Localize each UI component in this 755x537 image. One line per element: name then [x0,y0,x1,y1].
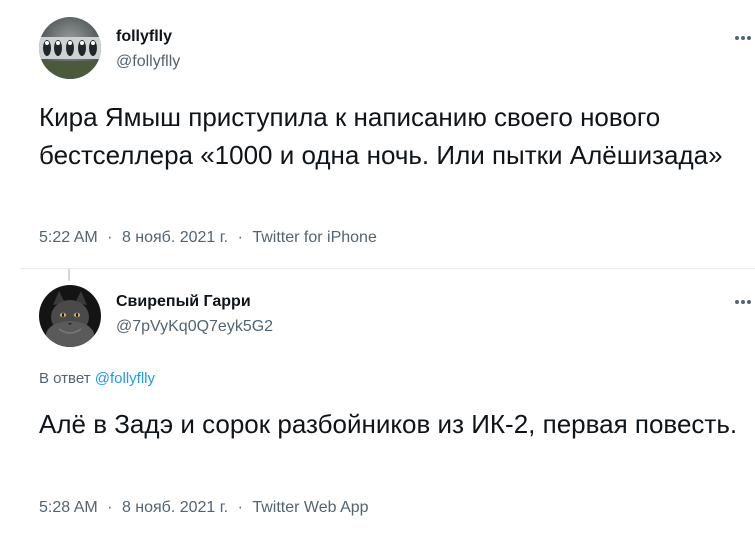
tweet-meta: 5:22 AM · 8 нояб. 2021 г. · Twitter for … [39,229,377,247]
more-options-icon[interactable] [735,293,751,311]
dot [735,300,739,304]
tweet-time[interactable]: 5:28 AM [39,499,98,516]
separator: · [237,499,243,516]
dot [735,36,739,40]
tweet-reply: Свирепый Гарри @7pVyKq0Q7eyk5G2 В ответ … [20,269,755,537]
tweet-client[interactable]: Twitter for iPhone [252,229,377,246]
dot [741,300,745,304]
tweet-client[interactable]: Twitter Web App [252,499,368,516]
separator: · [237,229,243,246]
reply-mention-link[interactable]: @follyflly [95,370,155,387]
tweet-meta: 5:28 AM · 8 нояб. 2021 г. · Twitter Web … [39,499,369,517]
thread-line [68,269,70,281]
display-name[interactable]: follyflly [116,28,172,46]
user-avatar[interactable] [39,17,101,79]
user-handle[interactable]: @follyflly [116,53,180,71]
user-avatar[interactable] [39,285,101,347]
avatar-image [39,285,101,347]
avatar-image [39,17,101,79]
tweet-original: follyflly @follyflly Кира Ямыш приступил… [20,0,755,269]
tweet-text: Кира Ямыш приступила к написанию своего … [39,102,723,170]
reply-context: В ответ @follyflly [39,370,155,387]
separator: · [107,499,113,516]
tweet-date[interactable]: 8 нояб. 2021 г. [122,229,228,246]
more-options-icon[interactable] [735,29,751,47]
tweet-date[interactable]: 8 нояб. 2021 г. [122,499,228,516]
user-handle[interactable]: @7pVyKq0Q7eyk5G2 [116,318,273,336]
reply-prefix: В ответ [39,370,91,387]
tweet-text: Алё в Задэ и сорок разбойников из ИК-2, … [39,409,738,439]
dot [741,36,745,40]
dot [747,300,751,304]
dot [747,36,751,40]
tweet-time[interactable]: 5:22 AM [39,229,98,246]
separator: · [107,229,113,246]
display-name[interactable]: Свирепый Гарри [116,293,251,311]
